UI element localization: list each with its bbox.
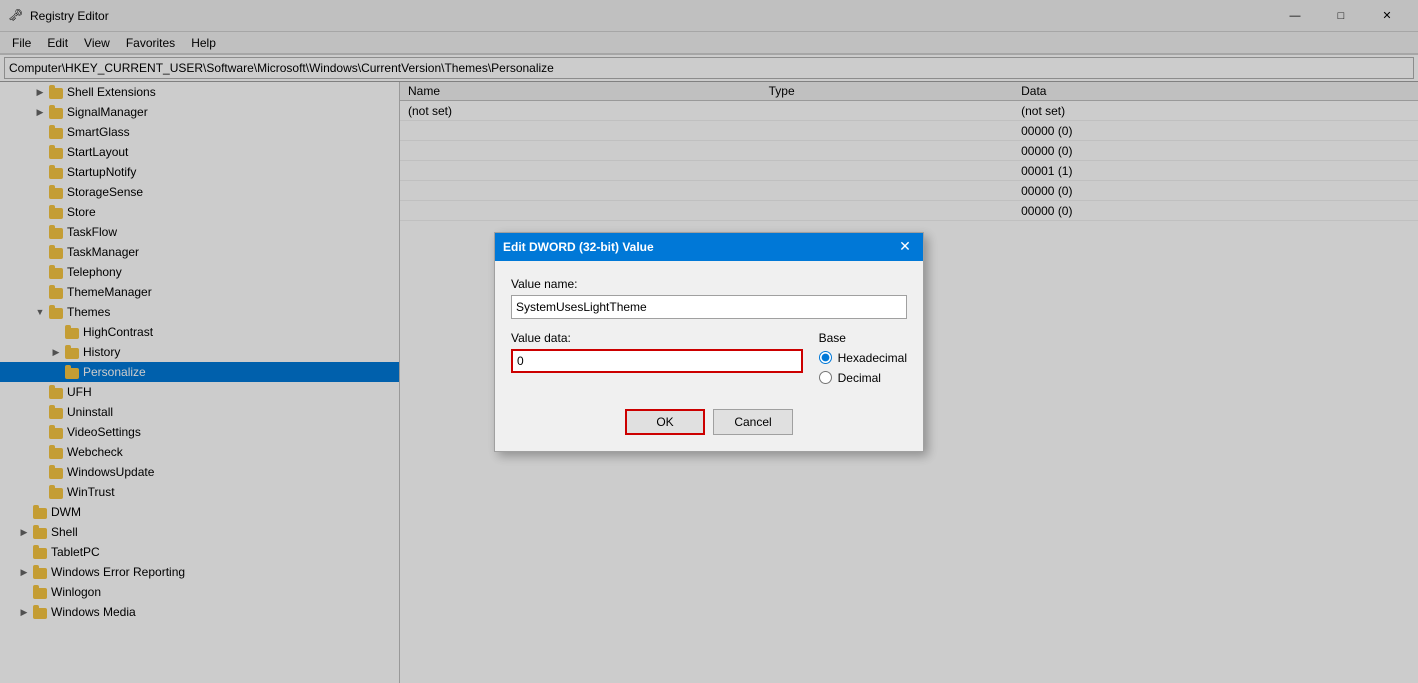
- hexadecimal-label: Hexadecimal: [838, 351, 907, 365]
- modal-title-bar: Edit DWORD (32-bit) Value ✕: [495, 233, 923, 261]
- edit-dword-dialog: Edit DWORD (32-bit) Value ✕ Value name: …: [494, 232, 924, 452]
- base-section: Base Hexadecimal Decimal: [819, 331, 907, 385]
- modal-row: Value data: Base Hexadecimal Decimal: [511, 331, 907, 385]
- modal-overlay: Edit DWORD (32-bit) Value ✕ Value name: …: [0, 0, 1418, 683]
- radio-group: Hexadecimal Decimal: [819, 351, 907, 385]
- hexadecimal-radio[interactable]: [819, 351, 832, 364]
- base-label: Base: [819, 331, 907, 345]
- decimal-option[interactable]: Decimal: [819, 371, 907, 385]
- cancel-button[interactable]: Cancel: [713, 409, 793, 435]
- value-data-section: Value data:: [511, 331, 803, 385]
- hexadecimal-option[interactable]: Hexadecimal: [819, 351, 907, 365]
- value-data-input[interactable]: [511, 349, 803, 373]
- decimal-radio[interactable]: [819, 371, 832, 384]
- modal-close-button[interactable]: ✕: [895, 237, 915, 257]
- modal-footer: OK Cancel: [495, 401, 923, 451]
- modal-title: Edit DWORD (32-bit) Value: [503, 240, 654, 254]
- decimal-label: Decimal: [838, 371, 881, 385]
- value-name-input[interactable]: [511, 295, 907, 319]
- ok-button[interactable]: OK: [625, 409, 705, 435]
- value-data-label: Value data:: [511, 331, 803, 345]
- modal-body: Value name: Value data: Base Hexadecimal: [495, 261, 923, 401]
- value-name-label: Value name:: [511, 277, 907, 291]
